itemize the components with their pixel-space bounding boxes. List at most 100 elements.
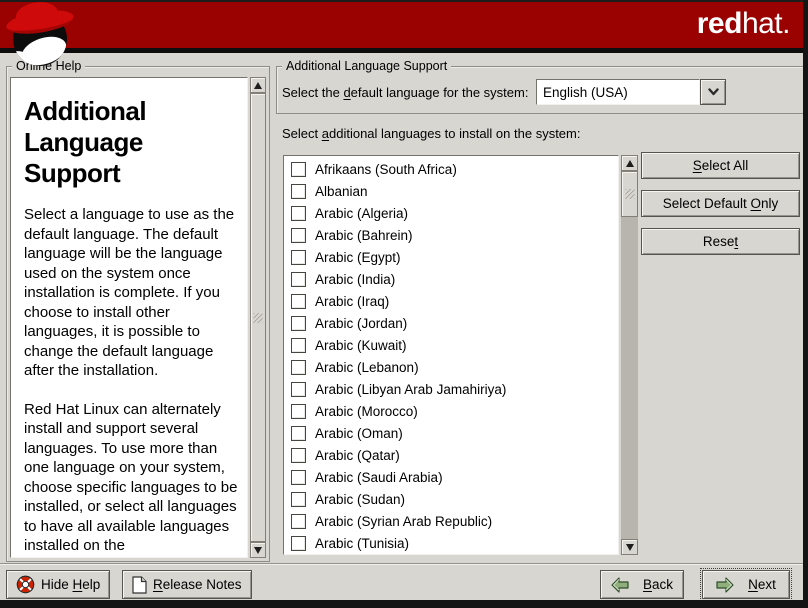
combo-dropdown-button[interactable] — [700, 79, 726, 105]
list-scroll-thumb[interactable] — [621, 171, 638, 217]
list-scroll-trough[interactable] — [621, 217, 638, 539]
language-checkbox[interactable] — [291, 448, 306, 463]
help-scrollbar[interactable] — [250, 77, 266, 558]
language-checkbox[interactable] — [291, 492, 306, 507]
select-default-only-button[interactable]: Select Default Only — [641, 190, 800, 217]
language-label: Arabic (Morocco) — [315, 404, 418, 419]
language-row[interactable]: Arabic (Lebanon) — [284, 356, 618, 378]
language-label: Arabic (Lebanon) — [315, 360, 419, 375]
help-scroll-thumb[interactable] — [250, 93, 266, 542]
language-checkbox[interactable] — [291, 360, 306, 375]
language-row[interactable]: Arabic (Tunisia) — [284, 532, 618, 554]
language-label: Arabic (Iraq) — [315, 294, 389, 309]
list-scroll-down-button[interactable] — [621, 539, 638, 555]
language-row[interactable]: Albanian — [284, 180, 618, 202]
language-checkbox[interactable] — [291, 272, 306, 287]
language-checkbox[interactable] — [291, 514, 306, 529]
language-label: Arabic (Egypt) — [315, 250, 401, 265]
language-label: Arabic (Sudan) — [315, 492, 405, 507]
language-row[interactable]: Arabic (Iraq) — [284, 290, 618, 312]
brand-wordmark: redhat. — [697, 7, 790, 41]
down-arrow-icon — [626, 544, 634, 551]
language-label: Afrikaans (South Africa) — [315, 162, 457, 177]
window-right-edge — [803, 0, 808, 608]
language-label: Arabic (Kuwait) — [315, 338, 407, 353]
additional-language-support-frame-label: Additional Language Support — [282, 59, 451, 73]
language-row[interactable]: Arabic (Sudan) — [284, 488, 618, 510]
list-scroll-up-button[interactable] — [621, 155, 638, 171]
language-label: Arabic (Saudi Arabia) — [315, 470, 443, 485]
language-label: Arabic (Jordan) — [315, 316, 407, 331]
language-row[interactable]: Arabic (Egypt) — [284, 246, 618, 268]
back-button[interactable]: Back — [600, 570, 684, 599]
language-row[interactable]: Arabic (Algeria) — [284, 202, 618, 224]
language-row[interactable]: Arabic (India) — [284, 268, 618, 290]
help-paragraph-2: Red Hat Linux can alternately install an… — [24, 400, 241, 556]
next-arrow-icon — [716, 577, 734, 593]
language-label: Arabic (Algeria) — [315, 206, 408, 221]
language-label: Arabic (Tunisia) — [315, 536, 409, 551]
language-list-scrollbar[interactable] — [621, 155, 638, 555]
document-icon — [132, 576, 147, 594]
default-language-combo[interactable]: English (USA) — [536, 79, 726, 105]
lifebuoy-icon — [16, 575, 35, 594]
language-label: Arabic (India) — [315, 272, 395, 287]
language-checkbox[interactable] — [291, 470, 306, 485]
default-language-label: Select the default language for the syst… — [282, 85, 528, 100]
language-checkbox[interactable] — [291, 404, 306, 419]
language-row[interactable]: Afrikaans (South Africa) — [284, 158, 618, 180]
banner — [0, 0, 808, 53]
help-scroll-up-button[interactable] — [250, 77, 266, 93]
language-label: Albanian — [315, 184, 368, 199]
language-label: Arabic (Bahrein) — [315, 228, 413, 243]
language-row[interactable]: Arabic (Morocco) — [284, 400, 618, 422]
language-row[interactable]: Arabic (Qatar) — [284, 444, 618, 466]
language-row[interactable]: Arabic (Kuwait) — [284, 334, 618, 356]
up-arrow-icon — [254, 82, 262, 89]
help-scroll-down-button[interactable] — [250, 542, 266, 558]
language-checkbox[interactable] — [291, 162, 306, 177]
language-checkbox[interactable] — [291, 316, 306, 331]
language-checkbox[interactable] — [291, 250, 306, 265]
footer-separator — [0, 563, 808, 564]
language-row[interactable]: Arabic (Saudi Arabia) — [284, 466, 618, 488]
language-checkbox[interactable] — [291, 338, 306, 353]
language-checkbox[interactable] — [291, 184, 306, 199]
language-checkbox[interactable] — [291, 426, 306, 441]
language-checkbox[interactable] — [291, 294, 306, 309]
language-checkbox[interactable] — [291, 206, 306, 221]
thumb-grip-icon — [625, 189, 634, 199]
language-label: Arabic (Oman) — [315, 426, 403, 441]
language-row[interactable]: Arabic (Jordan) — [284, 312, 618, 334]
release-notes-button[interactable]: Release Notes — [122, 570, 252, 599]
language-label: Arabic (Syrian Arab Republic) — [315, 514, 492, 529]
help-title: Additional Language Support — [24, 96, 241, 189]
down-arrow-icon — [254, 547, 262, 554]
reset-button[interactable]: Reset — [641, 228, 800, 255]
chevron-down-icon — [708, 88, 719, 96]
language-list[interactable]: Afrikaans (South Africa) Albanian Arabic (… — [283, 155, 619, 555]
language-row[interactable]: Arabic (Libyan Arab Jamahiriya) — [284, 378, 618, 400]
additional-languages-label: Select additional languages to install o… — [282, 126, 580, 141]
window-bottom-edge — [0, 600, 808, 608]
language-label: Arabic (Libyan Arab Jamahiriya) — [315, 382, 506, 397]
combo-value[interactable]: English (USA) — [536, 79, 700, 105]
language-checkbox[interactable] — [291, 536, 306, 551]
thumb-grip-icon — [254, 313, 263, 323]
language-checkbox[interactable] — [291, 228, 306, 243]
help-paragraph-1: Select a language to use as the default … — [24, 205, 241, 381]
help-text-panel: Additional Language Support Select a lan… — [10, 77, 248, 558]
language-row[interactable]: Arabic (Syrian Arab Republic) — [284, 510, 618, 532]
back-arrow-icon — [611, 577, 629, 593]
select-all-button[interactable]: Select All — [641, 152, 800, 179]
next-button[interactable]: Next — [702, 570, 790, 599]
language-listbox: Afrikaans (South Africa) Albanian Arabic (… — [283, 155, 638, 555]
language-checkbox[interactable] — [291, 382, 306, 397]
online-help-frame: Online Help Additional Language Support … — [6, 66, 270, 562]
language-row[interactable]: Arabic (Oman) — [284, 422, 618, 444]
next-button-focus-ring: Next — [700, 568, 792, 601]
up-arrow-icon — [626, 160, 634, 167]
redhat-shadowman-logo-icon — [4, 2, 78, 68]
language-row[interactable]: Arabic (Bahrein) — [284, 224, 618, 246]
hide-help-button[interactable]: Hide Help — [6, 570, 110, 599]
